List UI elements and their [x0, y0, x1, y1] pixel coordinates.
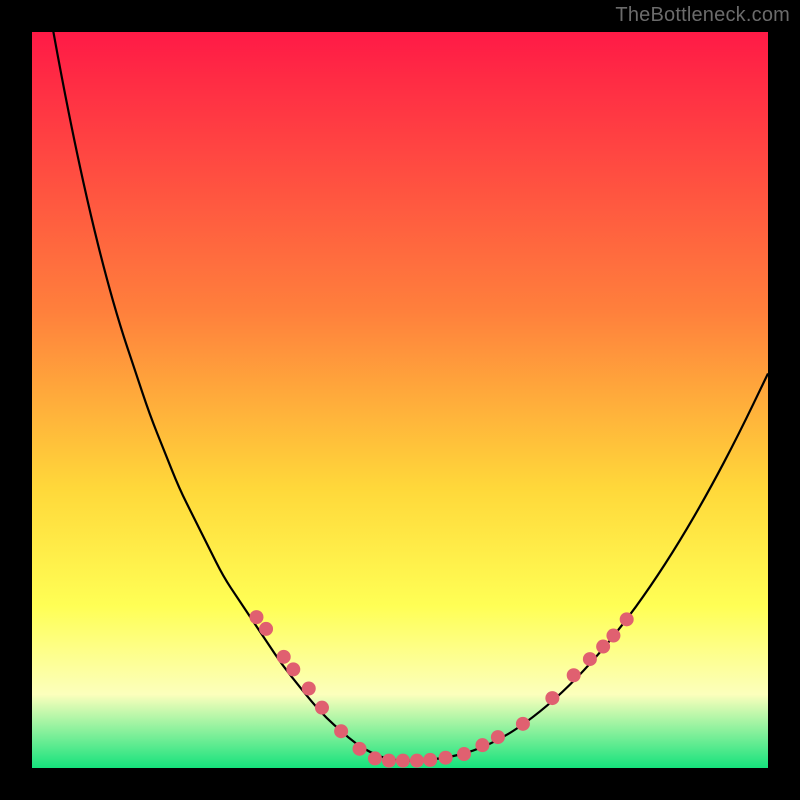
chart-root: TheBottleneck.com — [0, 0, 800, 800]
highlight-dot — [368, 751, 382, 765]
watermark-text: TheBottleneck.com — [615, 4, 790, 27]
highlight-dot — [516, 717, 530, 731]
highlight-dot — [620, 612, 634, 626]
highlight-dot — [457, 747, 471, 761]
highlight-dot — [334, 724, 348, 738]
highlight-dot — [302, 682, 316, 696]
highlight-dot — [567, 668, 581, 682]
highlight-dot — [439, 751, 453, 765]
highlight-dot — [249, 610, 263, 624]
highlight-dot — [286, 662, 300, 676]
highlight-dot — [353, 742, 367, 756]
highlight-dot — [423, 753, 437, 767]
highlight-dot — [277, 650, 291, 664]
highlight-dot — [606, 629, 620, 643]
highlight-dot — [315, 701, 329, 715]
highlight-dot — [491, 730, 505, 744]
highlight-dot — [259, 622, 273, 636]
highlight-dot — [382, 754, 396, 768]
plot-area — [32, 32, 768, 768]
highlight-dot — [475, 738, 489, 752]
highlight-dot — [596, 640, 610, 654]
highlight-dot — [410, 754, 424, 768]
highlight-dot — [545, 691, 559, 705]
chart-svg — [0, 0, 800, 800]
highlight-dot — [583, 652, 597, 666]
highlight-dot — [396, 754, 410, 768]
